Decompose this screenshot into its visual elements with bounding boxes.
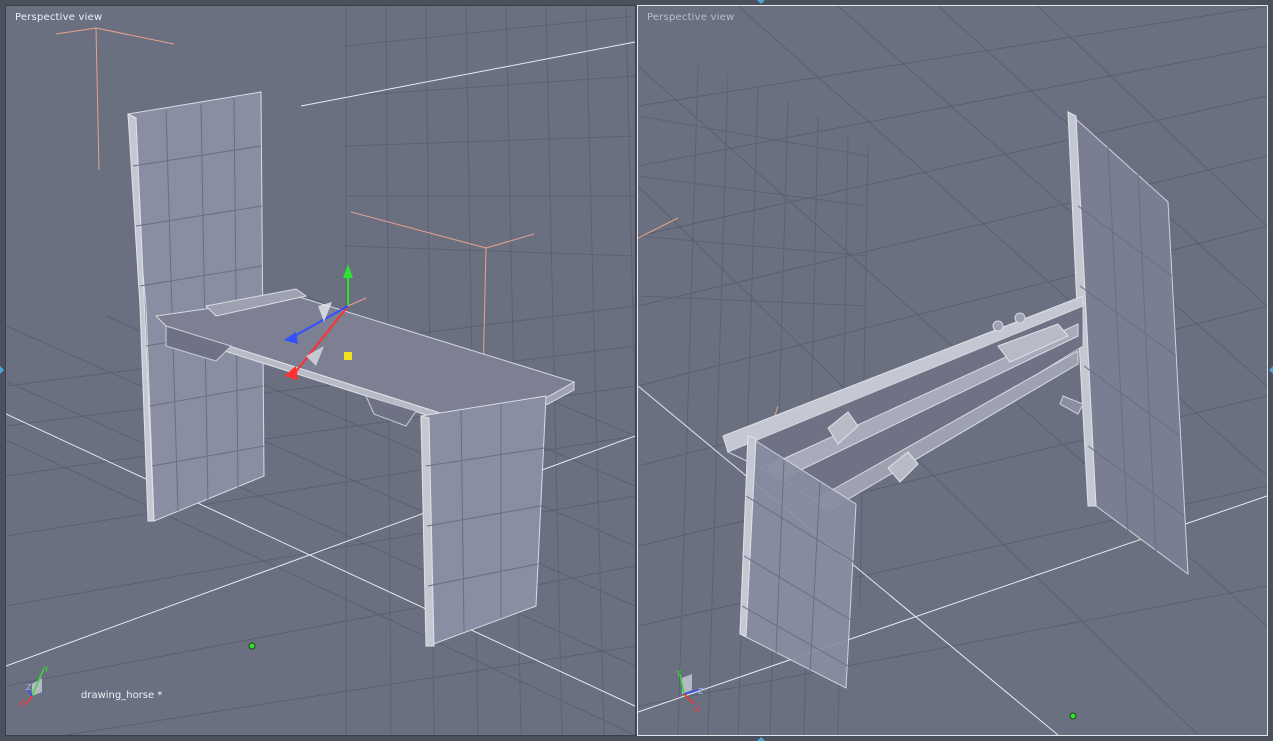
axis-gizmo-icon: Y Z X bbox=[675, 669, 704, 712]
axis-label-z: Z bbox=[698, 687, 704, 696]
viewport-scene-right[interactable] bbox=[638, 6, 1267, 735]
axis-label-x: X bbox=[694, 705, 700, 712]
axis-label-x: X bbox=[19, 699, 25, 706]
pane-edge-marker-icon[interactable] bbox=[1269, 366, 1273, 374]
scene-name: drawing_horse * bbox=[81, 690, 163, 701]
axis-label-y: Y bbox=[43, 665, 49, 674]
pane-edge-marker-icon[interactable] bbox=[0, 366, 4, 374]
viewport-label: Perspective view bbox=[647, 12, 735, 23]
axis-gizmo-icon: Y X Z bbox=[19, 665, 49, 706]
axis-label-z: Z bbox=[26, 683, 32, 692]
light-helpers bbox=[638, 217, 779, 419]
perspective-viewport-right[interactable]: Perspective view Y Z X bbox=[637, 5, 1268, 736]
pivot-point-icon bbox=[1069, 712, 1077, 720]
perspective-viewport-left[interactable]: Perspective view Y X Z drawing_horse * bbox=[5, 5, 636, 736]
axis-label-y: Y bbox=[675, 669, 681, 678]
far-board[interactable] bbox=[1067, 110, 1189, 576]
viewport-scene-left[interactable] bbox=[6, 6, 635, 735]
front-board[interactable] bbox=[420, 395, 547, 647]
pane-edge-marker-icon[interactable] bbox=[757, 737, 765, 741]
modeler-app: Perspective view Y X Z drawing_horse * P… bbox=[0, 0, 1273, 741]
viewport-label: Perspective view bbox=[15, 12, 103, 23]
pane-edge-marker-icon[interactable] bbox=[757, 0, 765, 4]
pivot-point-icon bbox=[248, 642, 256, 650]
